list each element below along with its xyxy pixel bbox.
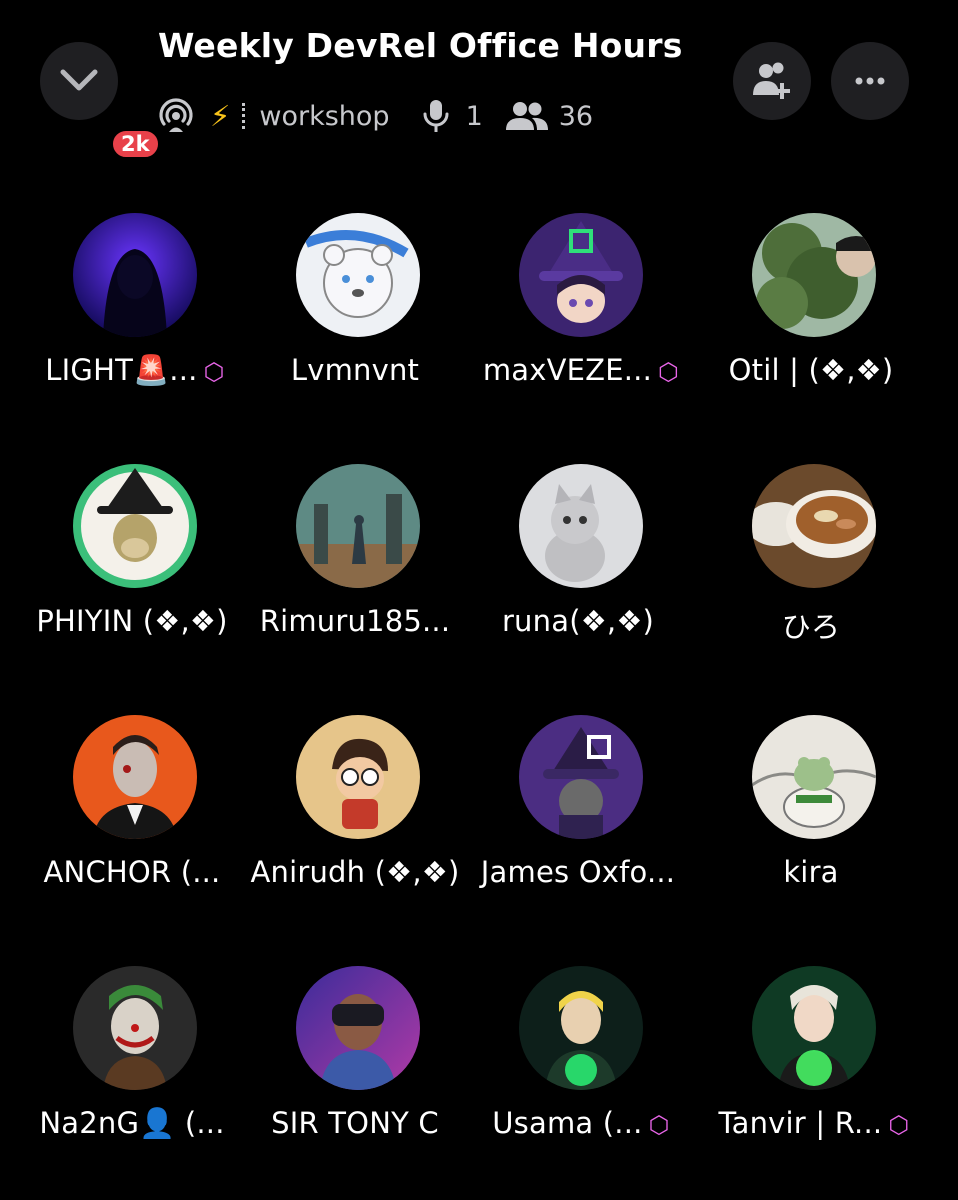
ramen-avatar [752, 464, 876, 588]
participant-tile[interactable]: runa(❖,❖) [459, 464, 699, 684]
participant-name: Otil | (❖,❖) [728, 353, 894, 387]
participant-tile[interactable]: ひろ [692, 464, 932, 684]
server-boost-icon: ⬡ [658, 358, 680, 386]
bear-avatar [296, 213, 420, 337]
participant-name: Anirudh (❖,❖) [250, 855, 460, 889]
participant-tile[interactable]: Na2nG👤 (... [13, 966, 253, 1186]
participant-name: runa(❖,❖) [501, 604, 655, 638]
participant-name: Tanvir | R... ⬡ [718, 1106, 910, 1140]
participant-tile[interactable]: James Oxfo... [459, 715, 699, 935]
participant-tile[interactable]: Rimuru185... [236, 464, 476, 684]
participant-tile[interactable]: PHIYIN (❖,❖) [13, 464, 253, 684]
server-boost-icon: ⬡ [888, 1111, 910, 1139]
server-boost-icon: ⬡ [648, 1111, 670, 1139]
participant-name: Rimuru185... [259, 604, 451, 638]
participant-tile[interactable]: ANCHOR (... [13, 715, 253, 935]
participant-tile[interactable]: maxVEZE... ⬡ [459, 213, 699, 433]
participant-name: James Oxfo... [480, 855, 676, 889]
participant-tile[interactable]: Anirudh (❖,❖) [236, 715, 476, 935]
participant-tile[interactable]: SIR TONY C [236, 966, 476, 1186]
participant-name: LIGHT🚨... ⬡ [45, 353, 225, 387]
participant-name: PHIYIN (❖,❖) [36, 604, 228, 638]
anime-fighter-avatar [752, 966, 876, 1090]
server-boost-icon: ⬡ [203, 358, 225, 386]
frog-avatar [752, 715, 876, 839]
participant-name: Usama (... ⬡ [492, 1106, 670, 1140]
participant-tile[interactable]: kira [692, 715, 932, 935]
participant-name: Na2nG👤 (... [39, 1106, 225, 1140]
cartoon-boy-avatar [296, 715, 420, 839]
kitten-avatar [519, 464, 643, 588]
man-in-tuxedo-avatar [73, 715, 197, 839]
joker-avatar [73, 966, 197, 1090]
tree-selfie-avatar [752, 213, 876, 337]
ape-wizard-avatar [73, 464, 197, 588]
wizard-cat-avatar [519, 715, 643, 839]
participant-name: SIR TONY C [271, 1106, 439, 1140]
hooded-figure-avatar [73, 213, 197, 337]
participant-name: ANCHOR (... [43, 855, 221, 889]
participant-tile[interactable]: Otil | (❖,❖) [692, 213, 932, 433]
ruins-avatar [296, 464, 420, 588]
participant-tile[interactable]: Lvmnvnt [236, 213, 476, 433]
vr-headset-avatar [296, 966, 420, 1090]
participant-tile[interactable]: Tanvir | R... ⬡ [692, 966, 932, 1186]
participant-name: kira [783, 855, 839, 889]
participant-grid: LIGHT🚨... ⬡ Lvmnvnt maxVEZE... ⬡ Otil | (❖… [0, 0, 958, 1200]
participant-tile[interactable]: LIGHT🚨... ⬡ [13, 213, 253, 433]
participant-name: maxVEZE... ⬡ [482, 353, 680, 387]
participant-name: Lvmnvnt [290, 353, 420, 387]
participant-tile[interactable]: Usama (... ⬡ [459, 966, 699, 1186]
blond-character-avatar [519, 966, 643, 1090]
participant-name: ひろ [781, 610, 841, 644]
witch-girl-avatar [519, 213, 643, 337]
